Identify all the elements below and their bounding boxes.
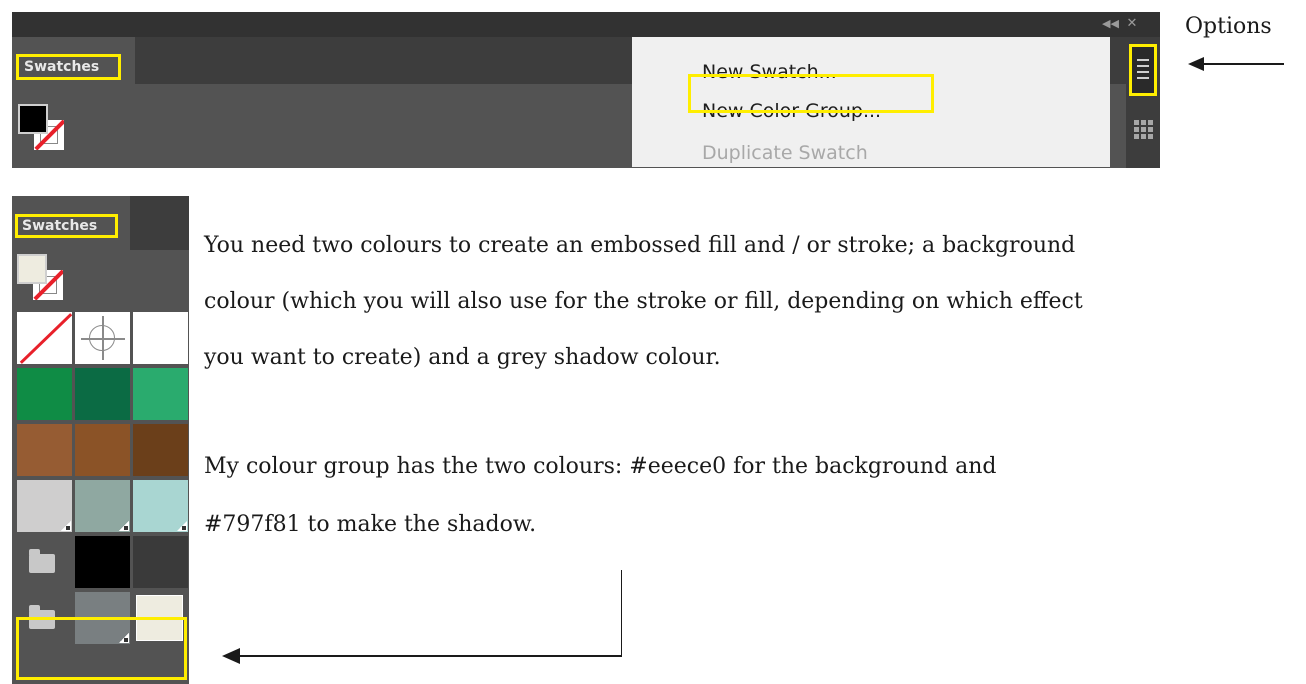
close-icon[interactable]: ✕ bbox=[1124, 16, 1140, 32]
swatch[interactable] bbox=[16, 367, 73, 421]
swatch[interactable] bbox=[16, 479, 73, 533]
swatch[interactable] bbox=[74, 423, 131, 477]
swatch[interactable] bbox=[132, 479, 189, 533]
paragraph-2-line-2: #797f81 to make the shadow. bbox=[204, 512, 537, 537]
options-label: Options bbox=[1185, 14, 1272, 39]
paragraph-1-line-3: you want to create) and a grey shadow co… bbox=[204, 345, 721, 370]
swatches-panel-left: Swatches bbox=[12, 196, 189, 684]
arrow-left-icon bbox=[222, 570, 622, 664]
swatch[interactable] bbox=[132, 535, 189, 589]
tab-swatches[interactable]: Swatches bbox=[12, 37, 135, 84]
arrow-left-icon bbox=[1188, 57, 1284, 71]
swatch[interactable] bbox=[132, 423, 189, 477]
swatch[interactable] bbox=[132, 311, 189, 365]
paragraph-1-line-1: You need two colours to create an emboss… bbox=[204, 233, 1076, 258]
tab-swatches-label: Swatches bbox=[15, 214, 118, 238]
menu-item-duplicate-swatch: Duplicate Swatch bbox=[702, 142, 868, 164]
swatch[interactable] bbox=[74, 479, 131, 533]
highlight-color-group bbox=[16, 617, 187, 680]
double-chevron-left-icon[interactable]: ◀◀ bbox=[1102, 16, 1119, 32]
swatch-none[interactable] bbox=[16, 311, 73, 365]
tab-swatches-label: Swatches bbox=[16, 54, 121, 80]
tab-swatches[interactable]: Swatches bbox=[12, 196, 130, 250]
swatch[interactable] bbox=[16, 423, 73, 477]
swatch[interactable] bbox=[74, 535, 131, 589]
swatch[interactable] bbox=[74, 367, 131, 421]
paragraph-1-line-2: colour (which you will also use for the … bbox=[204, 289, 1083, 314]
highlight-new-color-group bbox=[688, 74, 934, 113]
fill-swatch[interactable] bbox=[18, 104, 48, 134]
hamburger-menu-icon[interactable] bbox=[1129, 44, 1157, 96]
color-group-folder-icon[interactable] bbox=[16, 535, 73, 589]
panel-title-strip bbox=[12, 12, 1160, 37]
fill-swatch[interactable] bbox=[17, 254, 47, 284]
fill-stroke-widget[interactable] bbox=[18, 104, 68, 154]
paragraph-2-line-1: My colour group has the two colours: #ee… bbox=[204, 454, 997, 479]
grid-view-icon[interactable] bbox=[1132, 118, 1154, 140]
swatch-registration[interactable] bbox=[74, 311, 131, 365]
swatch[interactable] bbox=[132, 367, 189, 421]
fill-stroke-widget[interactable] bbox=[17, 254, 69, 306]
